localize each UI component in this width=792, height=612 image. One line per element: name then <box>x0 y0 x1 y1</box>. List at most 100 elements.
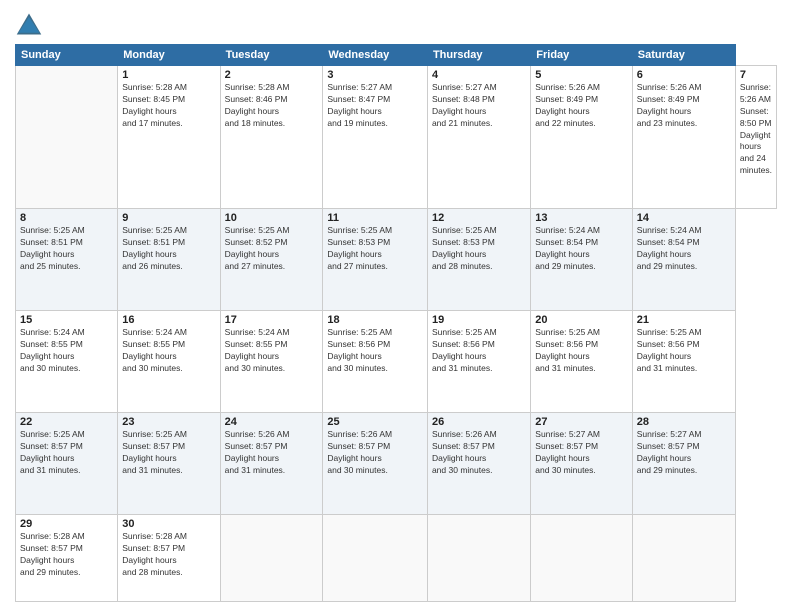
calendar-cell: 30 Sunrise: 5:28 AMSunset: 8:57 PMDaylig… <box>118 514 220 601</box>
day-number: 2 <box>225 69 319 81</box>
day-number: 17 <box>225 314 319 326</box>
day-info: Sunrise: 5:26 AMSunset: 8:57 PMDaylight … <box>432 429 497 475</box>
day-info: Sunrise: 5:25 AMSunset: 8:57 PMDaylight … <box>20 429 85 475</box>
calendar-cell: 9 Sunrise: 5:25 AMSunset: 8:51 PMDayligh… <box>118 209 220 311</box>
calendar-cell: 2 Sunrise: 5:28 AMSunset: 8:46 PMDayligh… <box>220 66 323 209</box>
calendar-cell: 24 Sunrise: 5:26 AMSunset: 8:57 PMDaylig… <box>220 413 323 515</box>
calendar-cell: 28 Sunrise: 5:27 AMSunset: 8:57 PMDaylig… <box>632 413 735 515</box>
day-number: 23 <box>122 416 215 428</box>
day-number: 6 <box>637 69 731 81</box>
day-number: 8 <box>20 212 113 224</box>
day-number: 19 <box>432 314 526 326</box>
calendar-cell: 8 Sunrise: 5:25 AMSunset: 8:51 PMDayligh… <box>16 209 118 311</box>
calendar-cell: 1 Sunrise: 5:28 AMSunset: 8:45 PMDayligh… <box>118 66 220 209</box>
day-info: Sunrise: 5:26 AMSunset: 8:49 PMDaylight … <box>637 82 702 128</box>
header <box>15 10 777 38</box>
calendar-cell: 19 Sunrise: 5:25 AMSunset: 8:56 PMDaylig… <box>427 311 530 413</box>
calendar-cell <box>531 514 632 601</box>
calendar-table: SundayMondayTuesdayWednesdayThursdayFrid… <box>15 44 777 602</box>
day-info: Sunrise: 5:25 AMSunset: 8:52 PMDaylight … <box>225 225 290 271</box>
day-info: Sunrise: 5:27 AMSunset: 8:57 PMDaylight … <box>535 429 600 475</box>
day-info: Sunrise: 5:26 AMSunset: 8:50 PMDaylight … <box>740 82 772 175</box>
calendar-cell: 29 Sunrise: 5:28 AMSunset: 8:57 PMDaylig… <box>16 514 118 601</box>
day-info: Sunrise: 5:28 AMSunset: 8:57 PMDaylight … <box>20 531 85 577</box>
day-info: Sunrise: 5:25 AMSunset: 8:53 PMDaylight … <box>432 225 497 271</box>
day-info: Sunrise: 5:27 AMSunset: 8:47 PMDaylight … <box>327 82 392 128</box>
day-number: 13 <box>535 212 627 224</box>
day-header-wednesday: Wednesday <box>323 45 428 66</box>
day-number: 30 <box>122 518 215 530</box>
calendar-cell: 3 Sunrise: 5:27 AMSunset: 8:47 PMDayligh… <box>323 66 428 209</box>
day-header-tuesday: Tuesday <box>220 45 323 66</box>
calendar-cell: 12 Sunrise: 5:25 AMSunset: 8:53 PMDaylig… <box>427 209 530 311</box>
day-number: 14 <box>637 212 731 224</box>
calendar-cell: 13 Sunrise: 5:24 AMSunset: 8:54 PMDaylig… <box>531 209 632 311</box>
day-number: 22 <box>20 416 113 428</box>
calendar-cell <box>427 514 530 601</box>
day-info: Sunrise: 5:26 AMSunset: 8:57 PMDaylight … <box>225 429 290 475</box>
day-header-monday: Monday <box>118 45 220 66</box>
day-info: Sunrise: 5:25 AMSunset: 8:56 PMDaylight … <box>535 327 600 373</box>
day-number: 9 <box>122 212 215 224</box>
calendar-cell: 23 Sunrise: 5:25 AMSunset: 8:57 PMDaylig… <box>118 413 220 515</box>
day-info: Sunrise: 5:28 AMSunset: 8:45 PMDaylight … <box>122 82 187 128</box>
day-number: 12 <box>432 212 526 224</box>
day-number: 11 <box>327 212 423 224</box>
day-info: Sunrise: 5:26 AMSunset: 8:57 PMDaylight … <box>327 429 392 475</box>
day-info: Sunrise: 5:24 AMSunset: 8:54 PMDaylight … <box>535 225 600 271</box>
calendar-cell: 11 Sunrise: 5:25 AMSunset: 8:53 PMDaylig… <box>323 209 428 311</box>
day-number: 20 <box>535 314 627 326</box>
calendar-cell: 4 Sunrise: 5:27 AMSunset: 8:48 PMDayligh… <box>427 66 530 209</box>
day-number: 3 <box>327 69 423 81</box>
calendar-cell: 22 Sunrise: 5:25 AMSunset: 8:57 PMDaylig… <box>16 413 118 515</box>
day-info: Sunrise: 5:26 AMSunset: 8:49 PMDaylight … <box>535 82 600 128</box>
calendar-cell <box>16 66 118 209</box>
day-number: 21 <box>637 314 731 326</box>
calendar-cell: 17 Sunrise: 5:24 AMSunset: 8:55 PMDaylig… <box>220 311 323 413</box>
day-number: 18 <box>327 314 423 326</box>
day-info: Sunrise: 5:25 AMSunset: 8:51 PMDaylight … <box>122 225 187 271</box>
day-info: Sunrise: 5:24 AMSunset: 8:55 PMDaylight … <box>122 327 187 373</box>
day-info: Sunrise: 5:28 AMSunset: 8:57 PMDaylight … <box>122 531 187 577</box>
day-header-thursday: Thursday <box>427 45 530 66</box>
calendar-cell: 10 Sunrise: 5:25 AMSunset: 8:52 PMDaylig… <box>220 209 323 311</box>
day-info: Sunrise: 5:24 AMSunset: 8:54 PMDaylight … <box>637 225 702 271</box>
day-header-sunday: Sunday <box>16 45 118 66</box>
day-number: 29 <box>20 518 113 530</box>
day-number: 26 <box>432 416 526 428</box>
day-info: Sunrise: 5:25 AMSunset: 8:56 PMDaylight … <box>637 327 702 373</box>
day-number: 7 <box>740 69 772 81</box>
calendar-cell: 20 Sunrise: 5:25 AMSunset: 8:56 PMDaylig… <box>531 311 632 413</box>
day-info: Sunrise: 5:28 AMSunset: 8:46 PMDaylight … <box>225 82 290 128</box>
day-info: Sunrise: 5:27 AMSunset: 8:57 PMDaylight … <box>637 429 702 475</box>
calendar-cell: 14 Sunrise: 5:24 AMSunset: 8:54 PMDaylig… <box>632 209 735 311</box>
day-info: Sunrise: 5:24 AMSunset: 8:55 PMDaylight … <box>225 327 290 373</box>
day-info: Sunrise: 5:27 AMSunset: 8:48 PMDaylight … <box>432 82 497 128</box>
day-number: 1 <box>122 69 215 81</box>
day-header-saturday: Saturday <box>632 45 735 66</box>
header-row: SundayMondayTuesdayWednesdayThursdayFrid… <box>16 45 777 66</box>
day-number: 27 <box>535 416 627 428</box>
day-number: 24 <box>225 416 319 428</box>
calendar-cell: 5 Sunrise: 5:26 AMSunset: 8:49 PMDayligh… <box>531 66 632 209</box>
day-number: 4 <box>432 69 526 81</box>
day-info: Sunrise: 5:25 AMSunset: 8:57 PMDaylight … <box>122 429 187 475</box>
day-info: Sunrise: 5:25 AMSunset: 8:56 PMDaylight … <box>327 327 392 373</box>
day-header-friday: Friday <box>531 45 632 66</box>
day-info: Sunrise: 5:25 AMSunset: 8:53 PMDaylight … <box>327 225 392 271</box>
calendar-cell: 26 Sunrise: 5:26 AMSunset: 8:57 PMDaylig… <box>427 413 530 515</box>
day-number: 10 <box>225 212 319 224</box>
calendar-cell: 25 Sunrise: 5:26 AMSunset: 8:57 PMDaylig… <box>323 413 428 515</box>
calendar-cell: 27 Sunrise: 5:27 AMSunset: 8:57 PMDaylig… <box>531 413 632 515</box>
page: SundayMondayTuesdayWednesdayThursdayFrid… <box>0 0 792 612</box>
calendar-cell <box>220 514 323 601</box>
day-info: Sunrise: 5:25 AMSunset: 8:51 PMDaylight … <box>20 225 85 271</box>
calendar-cell: 21 Sunrise: 5:25 AMSunset: 8:56 PMDaylig… <box>632 311 735 413</box>
calendar-cell: 6 Sunrise: 5:26 AMSunset: 8:49 PMDayligh… <box>632 66 735 209</box>
day-number: 5 <box>535 69 627 81</box>
calendar-cell: 7 Sunrise: 5:26 AMSunset: 8:50 PMDayligh… <box>735 66 776 209</box>
day-number: 16 <box>122 314 215 326</box>
day-info: Sunrise: 5:25 AMSunset: 8:56 PMDaylight … <box>432 327 497 373</box>
day-number: 25 <box>327 416 423 428</box>
logo-icon <box>15 10 43 38</box>
